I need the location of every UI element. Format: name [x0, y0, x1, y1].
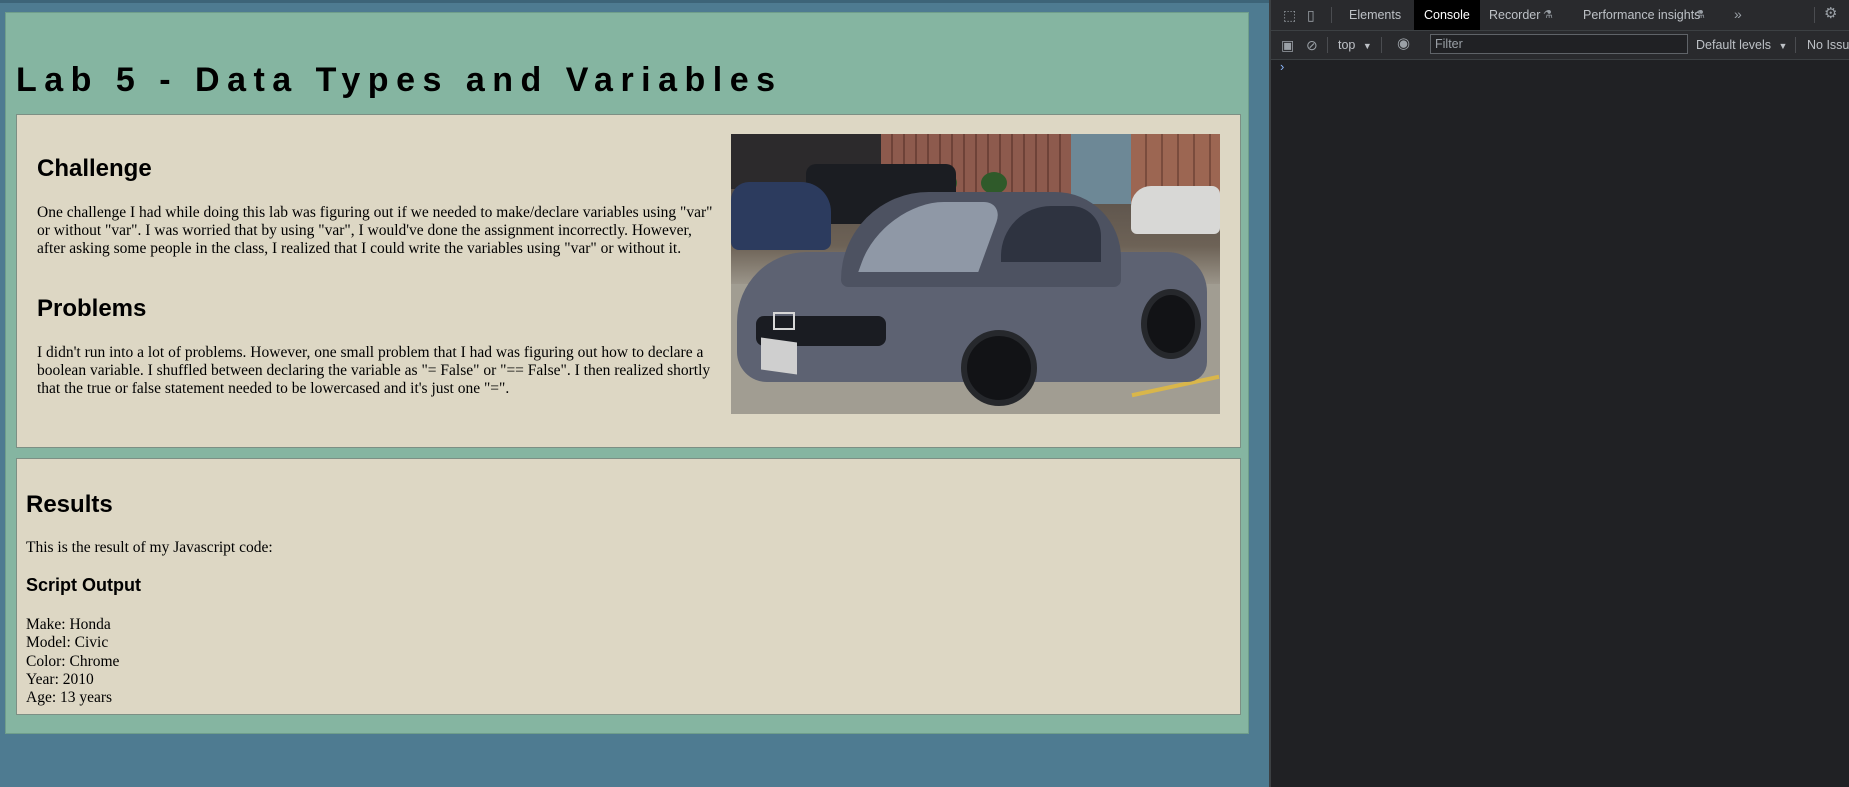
car-photo	[731, 134, 1220, 414]
console-toolbar: ▣ ⊘ top ▼ ◉ Filter Default levels ▼ No I…	[1271, 31, 1849, 60]
output-line: Make: Honda	[26, 616, 111, 633]
page-container: Lab 5 - Data Types and Variables Challen…	[5, 12, 1249, 734]
output-line: Color: Chrome	[26, 652, 120, 670]
tab-separator	[1331, 7, 1332, 23]
photo-license-plate	[761, 337, 797, 375]
devtools-tab-bar: ⬚ ▯ Elements Console Recorder ⚗ Performa…	[1271, 0, 1849, 31]
photo-tree	[981, 172, 1007, 194]
photo-building	[1071, 134, 1131, 204]
issues-button[interactable]: No Issues	[1807, 31, 1849, 59]
prompt-chevron-icon: ›	[1280, 59, 1285, 74]
tab-elements[interactable]: Elements	[1339, 0, 1411, 30]
device-toolbar-icon[interactable]: ▯	[1307, 8, 1315, 22]
script-output-heading: Script Output	[26, 575, 141, 595]
toolbar-separator	[1795, 37, 1796, 53]
page-title: Lab 5 - Data Types and Variables	[16, 61, 783, 99]
output-line: Year: 2010	[26, 670, 94, 688]
tab-separator	[1814, 7, 1815, 23]
log-levels-dropdown[interactable]: Default levels ▼	[1696, 31, 1787, 59]
output-line: Age: 13 years	[26, 689, 113, 707]
photo-white-car	[1131, 186, 1220, 234]
browser-viewport: Lab 5 - Data Types and Variables Challen…	[0, 0, 1269, 787]
experiment-flask-icon: ⚗	[1695, 9, 1705, 21]
context-selector[interactable]: top ▼	[1338, 31, 1372, 59]
log-levels-label: Default levels	[1696, 38, 1772, 52]
photo-rear-wheel	[1141, 289, 1201, 359]
challenge-paragraph: One challenge I had while doing this lab…	[37, 204, 713, 257]
console-prompt[interactable]: ›	[1280, 59, 1284, 74]
challenge-section: Challenge One challenge I had while doin…	[16, 114, 1241, 448]
photo-blue-car	[731, 182, 831, 250]
context-label: top	[1338, 38, 1356, 52]
results-heading: Results	[26, 491, 113, 518]
photo-car-logo	[773, 312, 795, 330]
more-tabs-icon[interactable]: »	[1734, 7, 1742, 21]
tab-console[interactable]: Console	[1414, 0, 1480, 30]
console-sidebar-icon[interactable]: ▣	[1281, 38, 1294, 52]
settings-gear-icon[interactable]: ⚙	[1824, 6, 1837, 21]
chevron-down-icon: ▼	[1778, 41, 1788, 51]
toolbar-separator	[1381, 37, 1382, 53]
toolbar-separator	[1327, 37, 1328, 53]
viewport-top-edge	[0, 0, 1269, 3]
photo-front-wheel	[961, 330, 1037, 406]
live-expression-eye-icon[interactable]: ◉	[1397, 36, 1410, 51]
console-filter-input[interactable]: Filter	[1430, 34, 1688, 54]
chevron-down-icon: ▼	[1362, 41, 1372, 51]
clear-console-icon[interactable]: ⊘	[1306, 38, 1318, 52]
devtools-panel: ⬚ ▯ Elements Console Recorder ⚗ Performa…	[1269, 0, 1849, 787]
experiment-flask-icon: ⚗	[1543, 9, 1553, 21]
challenge-heading: Challenge	[37, 155, 152, 182]
script-output: Make: Honda Model: Civic Color: Chrome Y…	[26, 616, 119, 707]
tab-recorder[interactable]: Recorder	[1479, 0, 1550, 30]
inspect-element-icon[interactable]: ⬚	[1283, 8, 1296, 22]
tab-performance-insights[interactable]: Performance insights	[1573, 0, 1710, 30]
issues-label: No Issues	[1807, 38, 1849, 52]
problems-heading: Problems	[37, 295, 147, 322]
filter-placeholder: Filter	[1435, 37, 1463, 51]
output-line: Model: Civic	[26, 634, 109, 652]
results-paragraph: This is the result of my Javascript code…	[26, 539, 273, 556]
results-section: Results This is the result of my Javascr…	[16, 458, 1241, 715]
problems-paragraph: I didn't run into a lot of problems. How…	[37, 344, 711, 397]
